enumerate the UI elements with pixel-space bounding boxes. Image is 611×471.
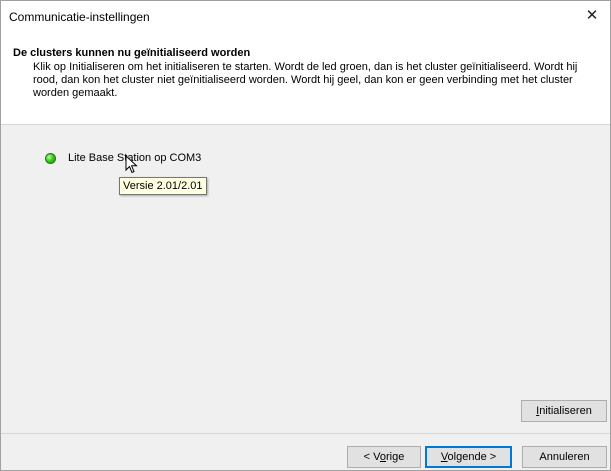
next-accesskey: V: [440, 451, 448, 463]
next-label-rest: olgende >: [447, 451, 497, 463]
header-description: Klik op Initialiseren om het initialiser…: [33, 61, 578, 99]
version-tooltip: Versie 2.01/2.01: [119, 177, 207, 195]
close-icon[interactable]: ✕: [574, 1, 610, 31]
cancel-button[interactable]: Annuleren: [522, 446, 607, 468]
initialize-button[interactable]: Initialiseren: [521, 400, 607, 422]
previous-label-prefix: < V: [363, 451, 380, 463]
wizard-header: De clusters kunnen nu geïnitialiseerd wo…: [1, 33, 610, 125]
window-title: Communicatie-instellingen: [9, 10, 150, 24]
title-bar: Communicatie-instellingen ✕: [1, 1, 610, 33]
footer-divider: [1, 433, 610, 434]
cluster-list: Lite Base Station op COM3: [1, 126, 610, 426]
header-title: De clusters kunnen nu geïnitialiseerd wo…: [13, 47, 251, 59]
previous-button[interactable]: < Vorige: [347, 446, 421, 468]
initialize-label-rest: nitialiseren: [539, 405, 592, 417]
next-button[interactable]: Volgende >: [425, 446, 512, 468]
mouse-cursor-icon: [125, 155, 138, 174]
dialog-window: Communicatie-instellingen ✕ De clusters …: [0, 0, 611, 471]
status-led-icon: [45, 152, 56, 164]
cluster-item[interactable]: Lite Base Station op COM3: [45, 150, 201, 166]
previous-label-rest: rige: [386, 451, 405, 463]
